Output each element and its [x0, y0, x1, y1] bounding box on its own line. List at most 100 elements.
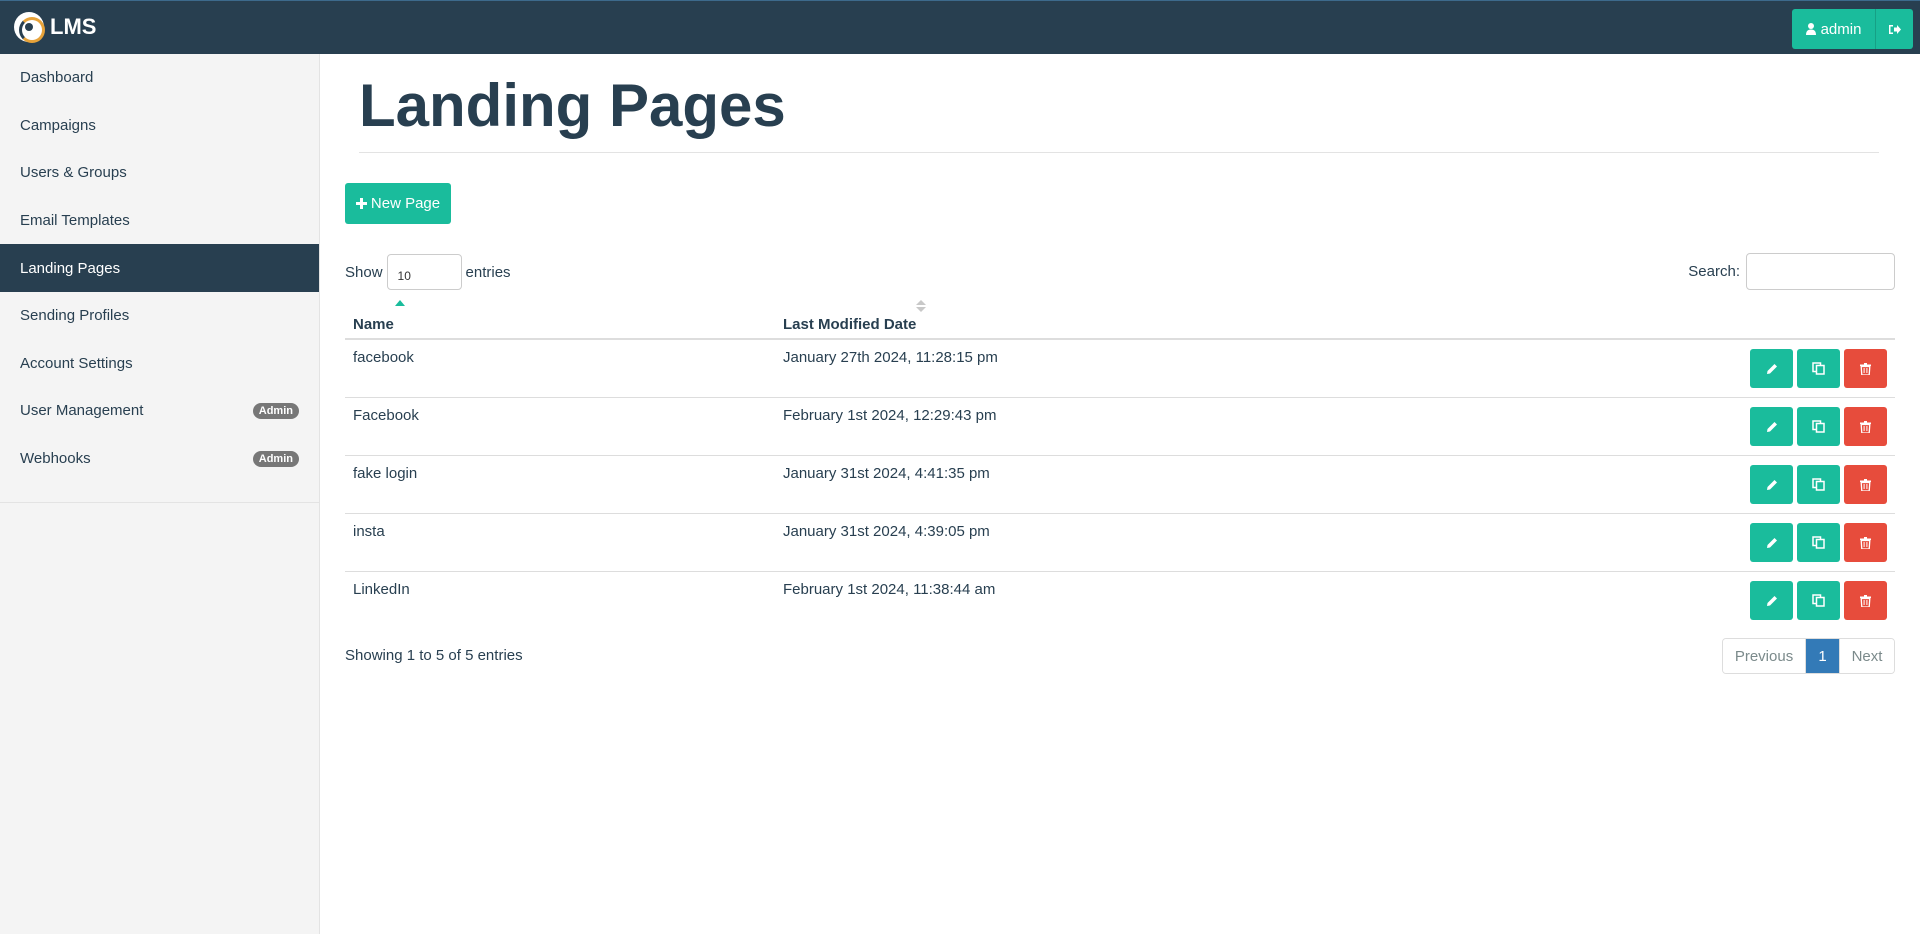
row-actions [1735, 455, 1895, 514]
pencil-icon [1766, 421, 1777, 432]
page-header: Landing Pages [359, 54, 1879, 153]
logo-icon [14, 12, 45, 43]
delete-button[interactable] [1844, 523, 1887, 562]
user-name: admin [1820, 20, 1862, 38]
new-page-button[interactable]: New Page [345, 183, 451, 224]
page-name: fake login [345, 455, 775, 514]
sort-icon [916, 300, 926, 314]
sidebar-item-account-settings[interactable]: Account Settings [0, 340, 319, 388]
sidebar-item-label: Webhooks [20, 450, 91, 468]
plus-icon [355, 198, 367, 209]
admin-badge: Admin [252, 402, 299, 419]
sidebar-item-label: Dashboard [20, 69, 94, 87]
edit-button[interactable] [1750, 523, 1793, 562]
page-modified-date: February 1st 2024, 11:38:44 am [775, 571, 1735, 630]
sort-ascending-icon [395, 300, 405, 306]
search-input[interactable] [1746, 253, 1895, 290]
sidebar-item-user-management[interactable]: User Management Admin [0, 387, 319, 435]
copy-icon [1812, 478, 1825, 491]
table-info: Showing 1 to 5 of 5 entries [345, 647, 523, 664]
sign-out-icon [1889, 24, 1901, 34]
sidebar-item-email-templates[interactable]: Email Templates [0, 197, 319, 245]
table-header-row: Name Last Modified Date [345, 297, 1895, 340]
page-name: facebook [345, 338, 775, 398]
copy-button[interactable] [1797, 407, 1840, 446]
copy-icon [1812, 594, 1825, 607]
top-navbar: LMS admin [0, 0, 1920, 54]
new-page-label: New Page [370, 195, 441, 212]
user-controls: admin [1792, 9, 1913, 49]
page-name: LinkedIn [345, 571, 775, 630]
brand-name: LMS [50, 14, 97, 39]
copy-button[interactable] [1797, 349, 1840, 388]
pencil-icon [1766, 595, 1777, 606]
pencil-icon [1766, 479, 1777, 490]
user-icon [1805, 23, 1816, 35]
table-row: Facebook February 1st 2024, 12:29:43 pm [345, 397, 1895, 456]
entries-label: entries [465, 263, 511, 281]
column-header-last-modified[interactable]: Last Modified Date [775, 297, 1735, 340]
row-actions [1735, 513, 1895, 572]
page-title: Landing Pages [359, 72, 786, 139]
table-row: facebook January 27th 2024, 11:28:15 pm [345, 338, 1895, 398]
column-header-name[interactable]: Name [345, 297, 775, 340]
edit-button[interactable] [1750, 407, 1793, 446]
admin-badge: Admin [252, 450, 299, 467]
sidebar-item-users-groups[interactable]: Users & Groups [0, 149, 319, 197]
search-label: Search: [1688, 263, 1740, 280]
pencil-icon [1766, 537, 1777, 548]
copy-icon [1812, 362, 1825, 375]
edit-button[interactable] [1750, 465, 1793, 504]
page-modified-date: January 31st 2024, 4:39:05 pm [775, 513, 1735, 572]
sidebar-nav: Dashboard Campaigns Users & Groups Email… [0, 54, 319, 504]
sidebar-item-landing-pages[interactable]: Landing Pages [0, 244, 319, 292]
sidebar: Dashboard Campaigns Users & Groups Email… [0, 54, 320, 934]
sidebar-item-sending-profiles[interactable]: Sending Profiles [0, 292, 319, 340]
landing-pages-table: Name Last Modified Date facebook January… [345, 297, 1895, 630]
trash-icon [1860, 594, 1871, 607]
entries-per-page-select[interactable]: 10 [386, 254, 462, 290]
trash-icon [1860, 478, 1871, 491]
table-row: fake login January 31st 2024, 4:41:35 pm [345, 455, 1895, 514]
sidebar-item-label: Campaigns [20, 116, 96, 134]
sidebar-item-label: Sending Profiles [20, 307, 130, 325]
sidebar-item-dashboard[interactable]: Dashboard [0, 54, 319, 102]
delete-button[interactable] [1844, 581, 1887, 620]
sidebar-item-label: Email Templates [20, 212, 130, 230]
copy-button[interactable] [1797, 523, 1840, 562]
page-modified-date: January 27th 2024, 11:28:15 pm [775, 338, 1735, 398]
copy-button[interactable] [1797, 581, 1840, 620]
column-header-label: Last Modified Date [783, 316, 917, 333]
user-menu-button[interactable]: admin [1792, 9, 1876, 49]
trash-icon [1860, 420, 1871, 433]
page-1-button[interactable]: 1 [1806, 639, 1839, 673]
page-name: Facebook [345, 397, 775, 456]
delete-button[interactable] [1844, 349, 1887, 388]
logout-button[interactable] [1876, 9, 1913, 49]
sidebar-item-campaigns[interactable]: Campaigns [0, 102, 319, 150]
column-header-actions [1735, 297, 1895, 340]
next-page-button[interactable]: Next [1839, 639, 1894, 673]
copy-icon [1812, 536, 1825, 549]
sidebar-item-label: Landing Pages [20, 259, 121, 277]
row-actions [1735, 397, 1895, 456]
page-name: insta [345, 513, 775, 572]
copy-icon [1812, 420, 1825, 433]
brand-link[interactable]: LMS [14, 10, 96, 44]
edit-button[interactable] [1750, 581, 1793, 620]
delete-button[interactable] [1844, 407, 1887, 446]
copy-button[interactable] [1797, 465, 1840, 504]
show-label: Show [345, 263, 383, 281]
previous-page-button[interactable]: Previous [1723, 639, 1806, 673]
delete-button[interactable] [1844, 465, 1887, 504]
sidebar-item-label: Account Settings [20, 354, 133, 372]
sidebar-item-webhooks[interactable]: Webhooks Admin [0, 435, 319, 483]
edit-button[interactable] [1750, 349, 1793, 388]
table-row: LinkedIn February 1st 2024, 11:38:44 am [345, 571, 1895, 630]
table-row: insta January 31st 2024, 4:39:05 pm [345, 513, 1895, 572]
sidebar-item-label: Users & Groups [20, 164, 127, 182]
sidebar-item-label: User Management [20, 402, 144, 420]
page-modified-date: February 1st 2024, 12:29:43 pm [775, 397, 1735, 456]
column-header-label: Name [353, 316, 394, 333]
table-search: Search: [1688, 253, 1895, 290]
